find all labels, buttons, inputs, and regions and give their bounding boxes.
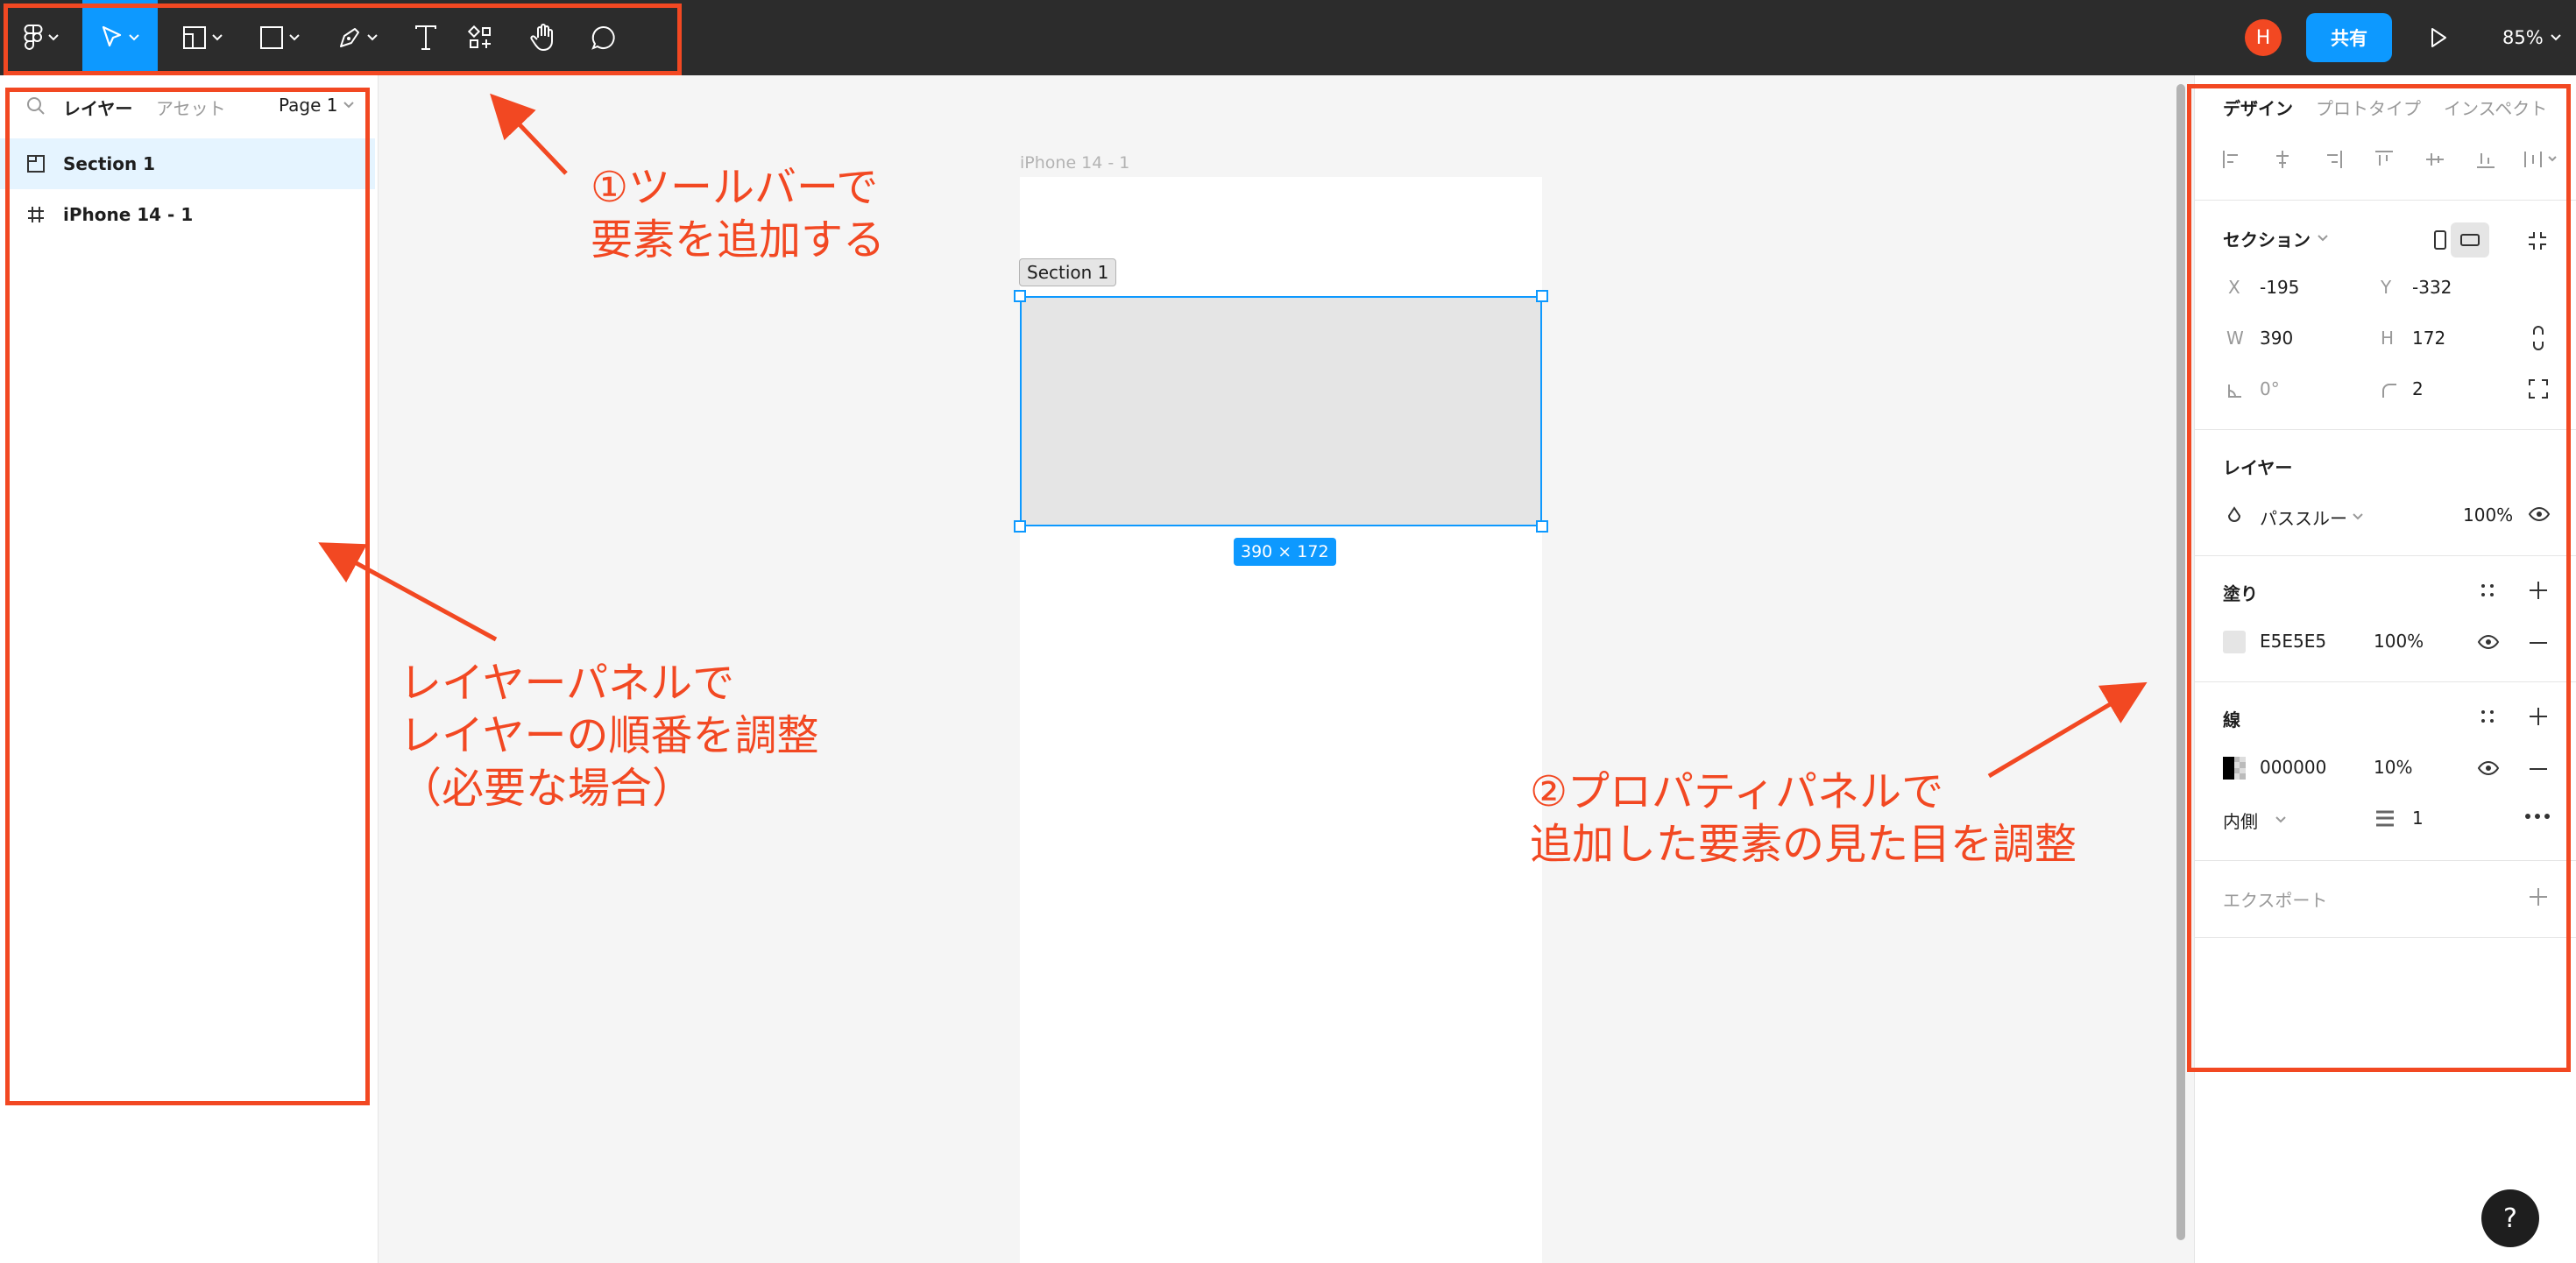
resize-handle[interactable] — [1536, 290, 1548, 302]
share-button[interactable]: 共有 — [2306, 13, 2392, 62]
section-element[interactable] — [1020, 296, 1542, 526]
size-tag: 390 × 172 — [1234, 538, 1336, 566]
zoom-control[interactable]: 85% — [2502, 0, 2561, 75]
help-button[interactable]: ? — [2481, 1189, 2539, 1247]
annotation-line: 追加した要素の見た目を調整 — [1530, 820, 2077, 869]
annotation-line: （必要な場合） — [400, 764, 695, 813]
frame-label[interactable]: iPhone 14 - 1 — [1020, 153, 1129, 173]
play-icon — [2431, 28, 2446, 47]
present-button[interactable] — [2417, 0, 2460, 75]
resize-handle[interactable] — [1014, 520, 1026, 533]
canvas-scrollbar[interactable] — [2176, 84, 2185, 1240]
annotation-line: レイヤーの順番を調整 — [400, 711, 819, 760]
resize-handle[interactable] — [1536, 520, 1548, 533]
properties-annotation: ②プロパティパネルで 追加した要素の見た目を調整 — [1530, 766, 2077, 871]
layers-annotation: レイヤーパネルで レイヤーの順番を調整 （必要な場合） — [400, 657, 819, 815]
layers-highlight-box — [5, 88, 370, 1105]
annotation-line: 要素を追加する — [591, 215, 886, 265]
avatar[interactable]: H — [2245, 19, 2282, 56]
toolbar-highlight-box — [4, 4, 682, 75]
toolbar-annotation: ①ツールバーで 要素を追加する — [591, 161, 885, 266]
annotation-line: レイヤーパネルで — [400, 659, 735, 708]
chevron-down-icon — [2550, 34, 2561, 41]
annotation-line: ①ツールバーで — [591, 163, 879, 212]
properties-highlight-box — [2187, 84, 2571, 1072]
section-label[interactable]: Section 1 — [1019, 258, 1117, 286]
zoom-value: 85% — [2502, 27, 2544, 48]
annotation-line: ②プロパティパネルで — [1530, 767, 1944, 816]
resize-handle[interactable] — [1014, 290, 1026, 302]
